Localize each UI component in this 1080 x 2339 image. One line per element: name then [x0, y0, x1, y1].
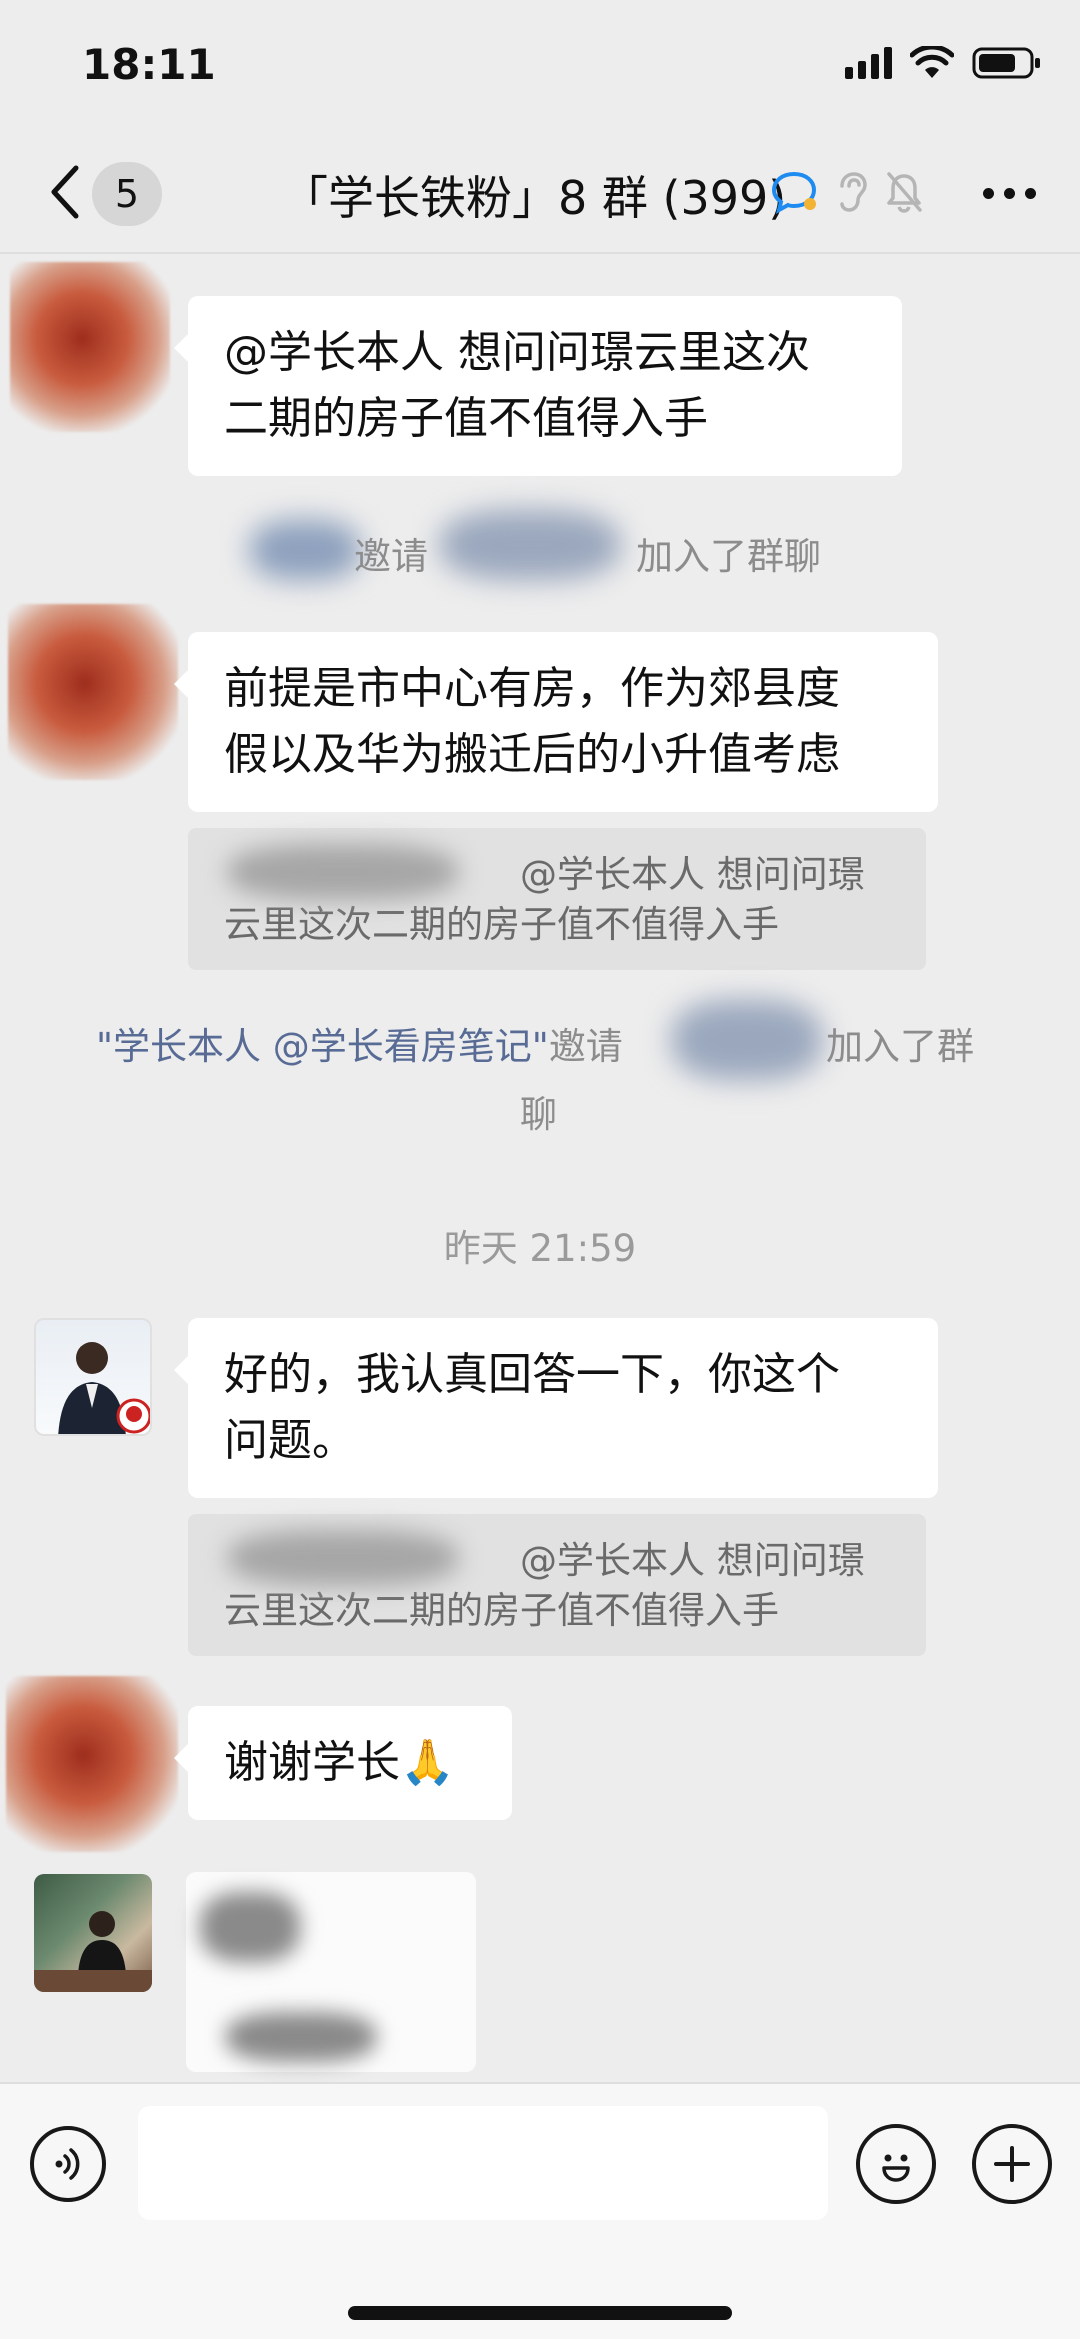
more-dot [1024, 187, 1036, 199]
avatar[interactable] [34, 1318, 152, 1436]
message-bubble[interactable]: 好的，我认真回答一下，你这个 问题。 [174, 1318, 938, 1498]
system-message: 邀请 [354, 535, 428, 578]
home-indicator[interactable] [348, 2306, 732, 2320]
quoted-message[interactable]: @学长本人 想问问璟 云里这次二期的房子值不值得入手 [188, 1514, 926, 1656]
avatar[interactable] [34, 1874, 152, 1992]
chat-title[interactable]: 「学长铁粉」8 群 (399) [282, 162, 786, 228]
message-text: @学长本人 想问问璟云里这次 [224, 327, 810, 378]
person-photo-icon [58, 1342, 150, 1434]
avatar[interactable] [6, 1676, 178, 1852]
message-text: 前提是市中心有房，作为郊县度 [224, 663, 840, 714]
message-input[interactable] [138, 2106, 828, 2220]
message-text: 问题。 [224, 1415, 356, 1466]
quoted-message[interactable]: @学长本人 想问问璟 云里这次二期的房子值不值得入手 [188, 828, 926, 970]
image-message[interactable] [186, 1872, 476, 2072]
emoji-button[interactable] [856, 2124, 936, 2204]
more-dot [982, 187, 994, 199]
nav-bar: 5 「学长铁粉」8 群 (399) [0, 132, 1080, 254]
redacted-name [672, 1000, 822, 1080]
message-bubble[interactable]: 谢谢学长🙏 [174, 1706, 512, 1820]
message-text: 假以及华为搬迁后的小升值考虑 [224, 729, 840, 780]
person-photo-icon [34, 1911, 152, 1992]
title-status-icons [770, 170, 924, 214]
more-button[interactable] [974, 168, 1044, 218]
system-message: 加入了群 [826, 1025, 974, 1068]
system-message: 加入了群聊 [636, 535, 821, 578]
back-chevron-icon [51, 165, 79, 219]
redacted-name [228, 1530, 458, 1586]
status-bar: 18:11 [0, 0, 1080, 132]
quote-text: 云里这次二期的房子值不值得入手 [224, 1589, 779, 1632]
message-text: 谢谢学长🙏 [224, 1737, 455, 1788]
input-bar [0, 2082, 1080, 2339]
quote-text: 云里这次二期的房子值不值得入手 [224, 903, 779, 946]
more-dot [1003, 187, 1015, 199]
unread-badge[interactable]: 5 [92, 162, 162, 226]
chat-bubble-icon [771, 171, 817, 214]
mute-bell-icon [887, 172, 922, 213]
redacted-image [226, 2012, 376, 2062]
redacted-name [228, 844, 458, 900]
plus-button[interactable] [972, 2124, 1052, 2204]
wifi-icon [910, 46, 954, 78]
redacted-name [250, 520, 360, 580]
avatar[interactable] [8, 604, 178, 780]
emoji-icon [882, 2154, 910, 2182]
voice-icon [55, 2148, 80, 2180]
back-button[interactable] [40, 162, 90, 222]
status-time: 18:11 [82, 40, 216, 89]
mention-link[interactable]: "学长本人 @学长看房笔记" [96, 1025, 549, 1068]
system-message: 聊 [520, 1093, 557, 1136]
message-text: 二期的房子值不值得入手 [224, 393, 708, 444]
plus-icon [994, 2146, 1030, 2182]
ear-icon [840, 172, 867, 212]
status-icons [845, 46, 1042, 80]
timestamp: 昨天 21:59 [443, 1227, 637, 1270]
message-bubble[interactable]: @学长本人 想问问璟云里这次 二期的房子值不值得入手 [174, 296, 902, 476]
battery-icon [972, 47, 1040, 79]
voice-button[interactable] [30, 2126, 106, 2202]
message-text: 好的，我认真回答一下，你这个 [224, 1349, 840, 1400]
avatar[interactable] [10, 262, 170, 432]
redacted-image [200, 1892, 300, 1962]
system-message: "学长本人 @学长看房笔记"邀请 [96, 1025, 623, 1068]
redacted-name [440, 510, 620, 580]
signal-icon [845, 47, 892, 79]
message-bubble[interactable]: 前提是市中心有房，作为郊县度 假以及华为搬迁后的小升值考虑 [174, 632, 938, 812]
